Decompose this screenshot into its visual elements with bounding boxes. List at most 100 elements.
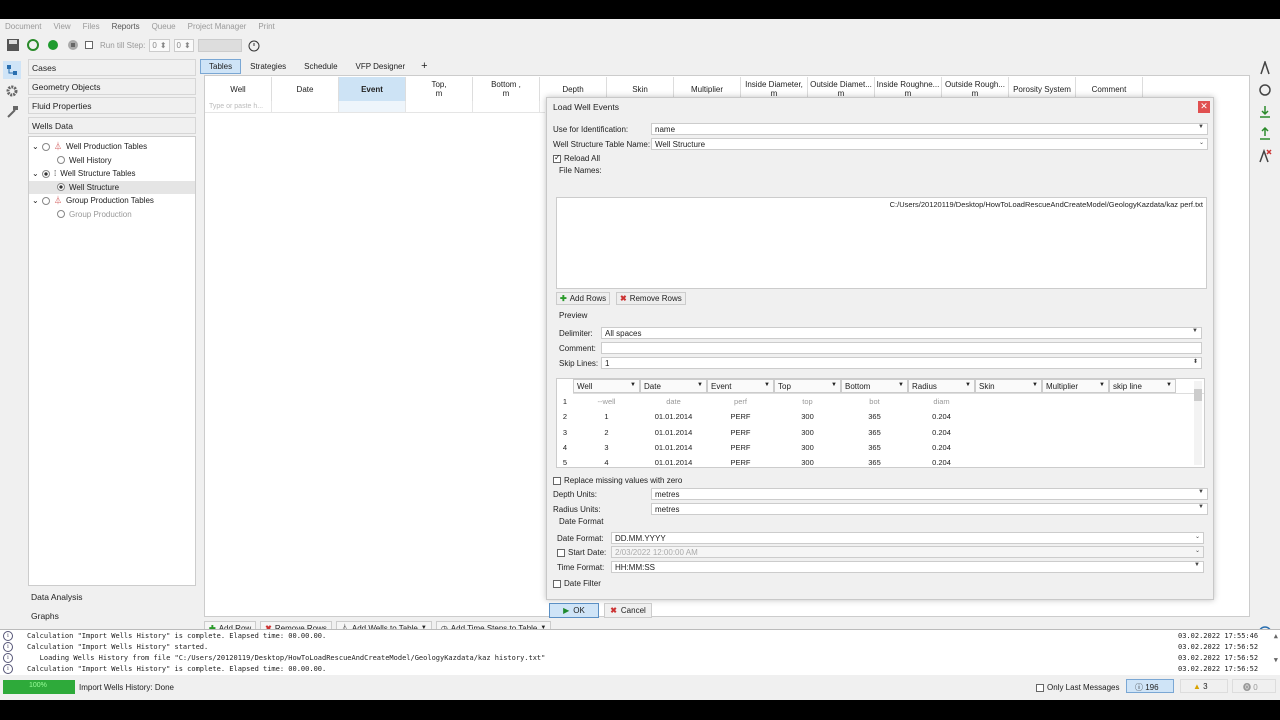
tree-item-well-production-tables[interactable]: ⌄ ⏃ Well Production Tables (29, 140, 195, 154)
use-for-id-select[interactable]: name ▼ (651, 123, 1208, 135)
step-spinner-1[interactable]: 0 ⬍ (149, 38, 170, 52)
step-dropdown[interactable] (197, 38, 242, 52)
tab-strategies[interactable]: Strategies (241, 59, 295, 74)
import-icon[interactable] (1256, 103, 1274, 121)
clock-well-icon[interactable] (1256, 81, 1274, 99)
reload-icon[interactable] (25, 37, 41, 53)
only-last-messages-checkbox[interactable]: Only Last Messages (1036, 683, 1119, 692)
export-icon[interactable] (1256, 125, 1274, 143)
tab-vfp-designer[interactable]: VFP Designer (347, 59, 415, 74)
hammer-icon[interactable] (3, 103, 21, 121)
table-cell[interactable] (339, 101, 406, 112)
column-header[interactable]: Event (339, 77, 406, 101)
nav-graphs[interactable]: Graphs (28, 608, 196, 625)
menu-queue[interactable]: Queue (152, 22, 176, 31)
preview-group-label: Preview (559, 311, 588, 320)
add-tab-button[interactable]: + (414, 59, 434, 74)
nav-wells-data[interactable]: Wells Data (28, 117, 196, 134)
remove-rows-button[interactable]: ✖ Remove Rows (616, 292, 686, 305)
delimiter-select[interactable]: All spaces ▼ (601, 327, 1202, 339)
nav-fluid-properties[interactable]: Fluid Properties (28, 97, 196, 114)
close-icon[interactable]: ✕ (1198, 101, 1210, 113)
paste-placeholder-cell[interactable]: Type or paste h... (205, 101, 272, 112)
replace-missing-checkbox[interactable]: Replace missing values with zero (553, 476, 682, 485)
tree-item-well-structure-tables[interactable]: ⌄ ⁞ Well Structure Tables (29, 167, 195, 181)
start-date-input[interactable]: 2/03/2022 12:00:00 AM ⌄ (611, 546, 1204, 558)
table-cell[interactable] (406, 101, 473, 112)
log-entry[interactable]: i Calculation "Import Wells History" is c… (0, 663, 1280, 674)
depth-units-select[interactable]: metres ▼ (651, 488, 1208, 500)
skip-lines-spinner[interactable]: 1 ⬍ (601, 357, 1202, 369)
radius-units-select[interactable]: metres ▼ (651, 503, 1208, 515)
log-entry[interactable]: i Calculation "Import Wells History" is c… (0, 630, 1280, 641)
run-icon[interactable] (45, 37, 61, 53)
table-name-select[interactable]: Well Structure ⌄ (651, 138, 1208, 150)
menu-project-manager[interactable]: Project Manager (188, 22, 247, 31)
run-till-step-checkbox[interactable] (85, 41, 93, 49)
tree-item-well-history[interactable]: Well History (29, 154, 195, 168)
preview-column-select[interactable]: Skin ▼ (975, 379, 1042, 393)
stop-icon[interactable] (65, 37, 81, 53)
preview-scrollbar[interactable] (1194, 381, 1202, 465)
table-cell[interactable] (473, 101, 540, 112)
warning-count-button[interactable]: ▲ 3 (1180, 679, 1228, 693)
tree-view-icon[interactable] (3, 61, 21, 79)
cancel-button[interactable]: ✖ Cancel (604, 603, 652, 618)
log-entry[interactable]: i Loading Wells History from file "C:/Us… (0, 652, 1280, 663)
save-icon[interactable] (5, 37, 21, 53)
x-icon: ✖ (620, 294, 627, 303)
log-scrollbar[interactable]: ▲ ▼ (1274, 632, 1278, 664)
menu-files[interactable]: Files (83, 22, 100, 31)
comment-input[interactable] (601, 342, 1202, 354)
log-entry[interactable]: i Calculation "Import Wells History" star… (0, 641, 1280, 652)
menu-reports[interactable]: Reports (112, 22, 140, 31)
gear-icon[interactable] (3, 82, 21, 100)
tab-schedule[interactable]: Schedule (295, 59, 346, 74)
tree-item-group-production-tables[interactable]: ⌄ ⏃ Group Production Tables (29, 194, 195, 208)
preview-column-select[interactable]: Event ▼ (707, 379, 774, 393)
preview-column-select[interactable]: Radius ▼ (908, 379, 975, 393)
column-header[interactable]: Top, m (406, 77, 473, 101)
preview-column-select[interactable]: Bottom ▼ (841, 379, 908, 393)
preview-column-select[interactable]: Date ▼ (640, 379, 707, 393)
column-header[interactable]: Well (205, 77, 272, 101)
depth-units-label: Depth Units: (553, 490, 598, 499)
error-count-button[interactable]: ⓿ 0 (1232, 679, 1276, 693)
timer-icon[interactable] (246, 37, 262, 53)
nav-cases[interactable]: Cases (28, 59, 196, 76)
tree-item-well-structure[interactable]: Well Structure (29, 180, 195, 194)
play-icon: ▶ (563, 606, 570, 615)
preview-column-select[interactable]: skip line ▼ (1109, 379, 1176, 393)
time-format-select[interactable]: HH:MM:SS ▼ (611, 561, 1204, 573)
ok-button[interactable]: ▶ OK (549, 603, 599, 618)
info-icon: i (3, 641, 13, 652)
preview-column-select[interactable]: Top ▼ (774, 379, 841, 393)
file-path-item[interactable]: C:/Users/20120119/Desktop/HowToLoadRescu… (890, 200, 1203, 209)
delete-well-icon[interactable] (1256, 147, 1274, 165)
column-header[interactable]: Date (272, 77, 339, 101)
nav-geometry-objects[interactable]: Geometry Objects (28, 78, 196, 95)
status-bar: 100% Import Wells History: Done Only Las… (0, 676, 1280, 700)
menu-document[interactable]: Document (5, 22, 41, 31)
info-icon: i (3, 652, 13, 663)
table-cell[interactable] (272, 101, 339, 112)
well-icon[interactable] (1256, 59, 1274, 77)
date-filter-checkbox[interactable]: Date Filter (553, 579, 601, 588)
step-spinner-2[interactable]: 0 ⬍ (173, 38, 194, 52)
reload-all-checkbox[interactable]: Reload All (553, 153, 600, 163)
preview-column-select[interactable]: Well ▼ (573, 379, 640, 393)
table-row: 1 --well date perf top bot diam (562, 397, 950, 407)
nav-data-analysis[interactable]: Data Analysis (28, 589, 196, 606)
date-format-select[interactable]: DD.MM.YYYY ⌄ (611, 532, 1204, 544)
info-icon: i (3, 663, 13, 674)
add-rows-button[interactable]: ✚ Add Rows (556, 292, 611, 305)
column-header[interactable]: Bottom , m (473, 77, 540, 101)
file-names-list[interactable]: C:/Users/20120119/Desktop/HowToLoadRescu… (556, 197, 1207, 289)
info-count-button[interactable]: ⓘ 196 (1126, 679, 1174, 693)
start-date-checkbox[interactable]: Start Date: (557, 548, 606, 557)
menu-view[interactable]: View (53, 22, 70, 31)
menu-print[interactable]: Print (258, 22, 274, 31)
preview-column-select[interactable]: Multiplier ▼ (1042, 379, 1109, 393)
tab-tables[interactable]: Tables (200, 59, 242, 74)
tree-item-group-production[interactable]: Group Production (29, 208, 195, 222)
